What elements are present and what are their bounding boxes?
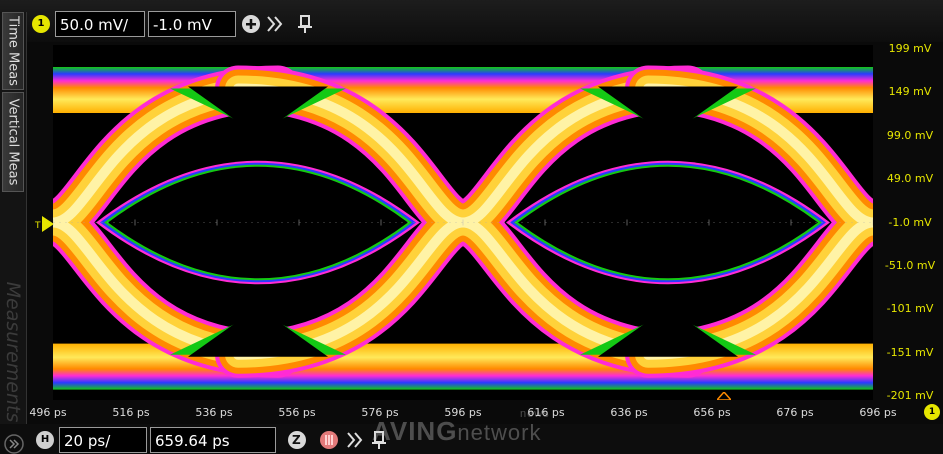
x-tick-label: 496 ps: [29, 406, 67, 419]
y-tick-label: 199 mV: [888, 42, 932, 55]
horizontal-scale-field[interactable]: 20 ps/: [59, 427, 147, 453]
add-icon[interactable]: [240, 13, 262, 35]
x-tick-label: 516 ps: [112, 406, 150, 419]
measurement-sidebar: Time Meas Vertical Meas Measurements: [0, 12, 27, 454]
trigger-level-icon[interactable]: T: [34, 216, 54, 232]
time-reference-marker-icon: [717, 392, 731, 400]
expand-horizontal-chevron-icon[interactable]: [344, 429, 366, 451]
vertical-offset-field[interactable]: -1.0 mV: [148, 11, 236, 37]
y-tick-label: 49.0 mV: [886, 172, 934, 186]
pin-icon[interactable]: [294, 13, 316, 35]
svg-text:Z: Z: [292, 433, 301, 447]
watermark-sup: news: [520, 408, 550, 420]
y-tick-label: -151 mV: [886, 345, 934, 359]
x-tick-label: 536 ps: [195, 406, 233, 419]
y-tick-label: -1.0 mV: [888, 215, 932, 229]
axis-channel-badge: 1: [924, 404, 940, 420]
y-tick-label: 149 mV: [888, 85, 932, 99]
x-tick-label: 636 ps: [610, 406, 648, 419]
x-tick-label: 556 ps: [278, 406, 316, 419]
tab-time-meas[interactable]: Time Meas: [2, 12, 24, 90]
horizontal-position-field[interactable]: 659.64 ps: [150, 427, 276, 453]
tab-time-meas-label: Time Meas: [5, 16, 21, 86]
y-tick-label: -51.0 mV: [884, 258, 936, 272]
horizontal-badge[interactable]: H: [36, 431, 54, 449]
tab-vertical-meas[interactable]: Vertical Meas: [2, 92, 24, 192]
vertical-scale-field[interactable]: 50.0 mV/: [55, 11, 145, 37]
measurements-ghost-label: Measurements: [2, 281, 24, 423]
aving-watermark-logo: AVINGnetwork news: [372, 408, 549, 447]
y-tick-label: 99.0 mV: [886, 128, 934, 142]
y-tick-label: -201 mV: [886, 389, 934, 402]
watermark-main: AVING: [372, 416, 458, 446]
watermark-sub: network: [457, 420, 542, 445]
x-tick-label: 696 ps: [859, 406, 897, 419]
eye-diagram-plot[interactable]: [53, 45, 873, 400]
x-tick-label: 656 ps: [693, 406, 731, 419]
channel-1-badge[interactable]: 1: [32, 15, 50, 33]
collapse-chevron-icon[interactable]: [4, 434, 24, 454]
vertical-control-bar: 1 50.0 mV/ -1.0 mV: [0, 0, 943, 42]
svg-text:T: T: [34, 221, 41, 231]
expand-chevron-icon[interactable]: [264, 13, 286, 35]
stop-run-icon[interactable]: [318, 429, 340, 451]
tab-vertical-meas-label: Vertical Meas: [5, 98, 21, 186]
zoom-icon[interactable]: Z: [286, 429, 308, 451]
x-tick-label: 676 ps: [776, 406, 814, 419]
y-tick-label: -101 mV: [886, 302, 934, 316]
